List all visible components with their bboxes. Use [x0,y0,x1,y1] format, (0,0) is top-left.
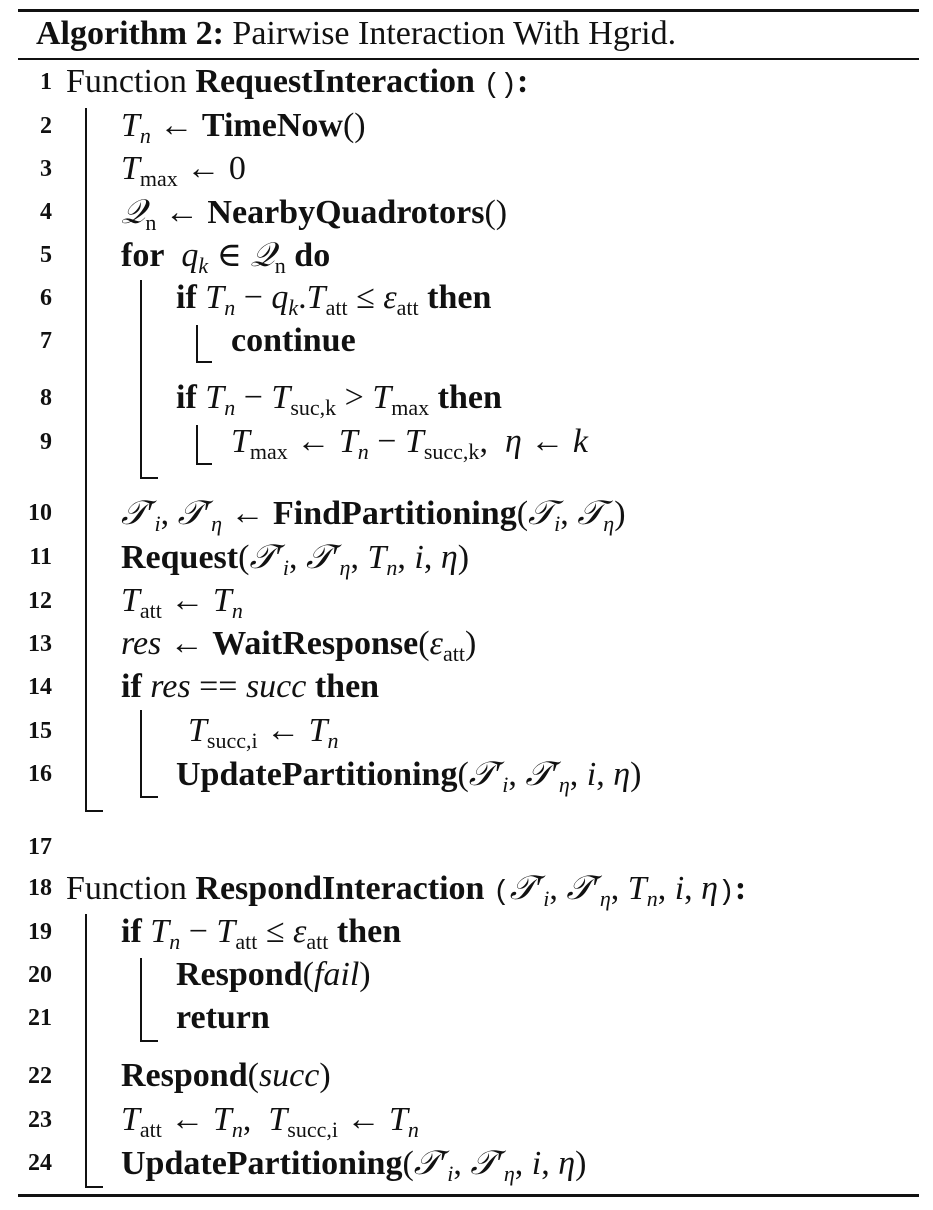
line-content: UpdatePartitioning(𝒯′i, 𝒯′η, i, η) [176,754,642,797]
line-number: 6 [40,285,52,311]
line-content: if res == succ then [121,668,380,705]
caption-rule [18,58,919,60]
line-number: 9 [40,429,52,455]
if-fail-block-bar [140,958,142,1042]
for-block-foot [140,477,158,479]
if1-block-bar [196,325,198,363]
bottom-rule [18,1194,919,1197]
line-number: 24 [28,1150,52,1176]
if2-block-foot [196,463,212,465]
line-number: 21 [28,1005,52,1031]
line-content: Function RequestInteraction (): [66,63,529,101]
line-number: 10 [28,500,52,526]
function2-block-foot [85,1186,103,1188]
function2-block-bar [85,914,87,1188]
line-number: 5 [40,242,52,268]
algorithm-caption: Algorithm 2: Pairwise Interaction With H… [36,14,676,54]
line-number: 13 [28,631,52,657]
algorithm-title: Pairwise Interaction With Hgrid. [232,15,677,52]
top-rule [18,9,919,12]
update-partitioning-call: UpdatePartitioning [176,756,458,793]
line-number: 14 [28,674,52,700]
update-partitioning-call: UpdatePartitioning [121,1145,403,1182]
line-number: 2 [40,113,52,139]
line-number: 11 [29,544,52,570]
find-partitioning-call: FindPartitioning [273,495,517,532]
request-interaction-name: RequestInteraction [195,63,475,100]
for-block-bar [140,280,142,479]
if2-block-bar [196,425,198,465]
if-res-block-bar [140,710,142,798]
wait-response-call: WaitResponse [212,625,419,662]
algorithm-label: Algorithm 2: [36,15,224,52]
continue-keyword: continue [231,322,356,359]
line-content: continue [231,320,356,362]
return-keyword: return [176,999,270,1036]
line-content: Tmax ← Tn − Tsucc,k, η ← k [231,423,588,464]
line-number: 17 [28,834,52,860]
request-call: Request [121,539,239,576]
line-number: 22 [28,1063,52,1089]
line-content: UpdatePartitioning(𝒯′i, 𝒯′η, i, η) [121,1143,587,1186]
line-number: 15 [28,718,52,744]
time-now-call: TimeNow [201,107,343,144]
line-content: Respond(succ) [121,1057,331,1094]
if-res-block-foot [140,796,158,798]
line-number: 23 [28,1107,52,1133]
function1-block-foot [85,810,103,812]
nearby-quadrotors-call: NearbyQuadrotors [207,194,485,231]
line-number: 20 [28,962,52,988]
line-number: 8 [40,385,52,411]
line-number: 12 [28,588,52,614]
respond-call: Respond [176,956,303,993]
line-number: 4 [40,199,52,225]
function-keyword: Function [66,63,187,100]
respond-call: Respond [121,1057,248,1094]
line-number: 1 [40,69,52,95]
if-fail-block-foot [140,1040,158,1042]
line-number: 3 [40,156,52,182]
line-number: 7 [40,328,52,354]
function-keyword: Function [66,870,187,907]
line-number: 18 [28,875,52,901]
line-content: Respond(fail) [176,956,371,993]
line-number: 19 [28,919,52,945]
empty-args: () [483,70,518,101]
respond-interaction-name: RespondInteraction [195,870,485,907]
if1-block-foot [196,361,212,363]
line-content: return [176,997,270,1039]
function1-block-bar [85,108,87,812]
line-number: 16 [28,761,52,787]
